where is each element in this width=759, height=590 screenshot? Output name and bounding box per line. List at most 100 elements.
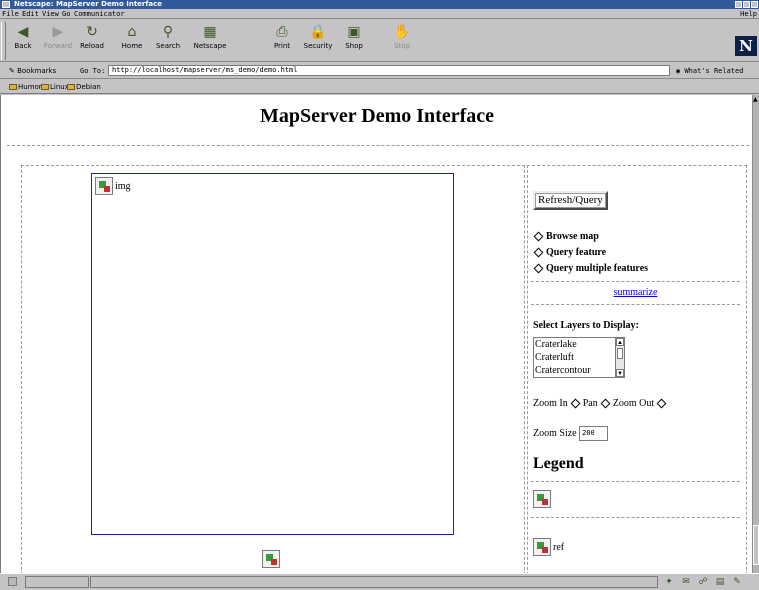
map-image-alt: img bbox=[115, 180, 131, 192]
layers-heading: Select Layers to Display: bbox=[533, 320, 639, 331]
menu-bar: File Edit View Go Communicator Help bbox=[0, 9, 759, 19]
menu-file[interactable]: File bbox=[2, 9, 19, 19]
zoom-in-label: Zoom In bbox=[533, 398, 568, 409]
bookmark-linux[interactable]: Linux bbox=[41, 83, 69, 91]
progress-bar bbox=[25, 576, 89, 588]
zoom-in-radio[interactable] bbox=[570, 398, 581, 409]
window-menu-icon[interactable] bbox=[2, 1, 10, 8]
security-button[interactable]: 🔒 Security bbox=[300, 24, 336, 54]
menu-help[interactable]: Help bbox=[740, 9, 757, 19]
scroll-down-icon[interactable]: ▼ bbox=[616, 369, 624, 377]
bookmarks-icon: ✎ bbox=[9, 67, 18, 75]
radio-diamond-icon[interactable] bbox=[533, 263, 544, 274]
search-icon: ⚲ bbox=[162, 24, 174, 40]
layer-option[interactable]: Craterlake bbox=[535, 338, 624, 351]
mode-query[interactable]: Query feature bbox=[533, 245, 648, 261]
back-arrow-icon: ◀ bbox=[17, 24, 29, 40]
broken-image-icon bbox=[262, 550, 280, 568]
zoom-size-row: Zoom Size 200 bbox=[533, 426, 609, 441]
bookmark-debian[interactable]: Debian bbox=[67, 83, 101, 91]
window-title: Netscape: MapServer Demo Interface bbox=[14, 0, 163, 8]
divider bbox=[531, 481, 740, 482]
broken-image-icon bbox=[533, 490, 551, 508]
layer-option[interactable]: Craterluft bbox=[535, 351, 624, 364]
status-bar: ✦ ✉ ☍ ▤ ✎ bbox=[0, 573, 759, 590]
location-toolbar: ✎ Bookmarks Go To: http://localhost/maps… bbox=[0, 63, 759, 79]
whats-related-button[interactable]: ◉ What's Related bbox=[676, 67, 743, 75]
scroll-up-icon[interactable]: ▲ bbox=[616, 338, 624, 346]
radio-diamond-icon[interactable] bbox=[533, 231, 544, 242]
folder-icon bbox=[41, 84, 49, 90]
mode-browse[interactable]: Browse map bbox=[533, 229, 648, 245]
close-icon[interactable] bbox=[751, 1, 758, 8]
home-icon: ⌂ bbox=[127, 24, 137, 40]
divider bbox=[531, 281, 740, 282]
navigation-toolbar: ◀ Back ▶ Forward ↻ Reload ⌂ Home ⚲ Search ▦ Ne… bbox=[0, 20, 759, 62]
menu-view[interactable]: View bbox=[42, 9, 59, 19]
forward-arrow-icon: ▶ bbox=[52, 24, 64, 40]
print-icon: ⎙ bbox=[276, 24, 288, 40]
stop-button[interactable]: ✋ Stop bbox=[384, 24, 420, 54]
window-titlebar[interactable]: Netscape: MapServer Demo Interface bbox=[0, 0, 759, 9]
netscape-button[interactable]: ▦ Netscape bbox=[192, 24, 228, 54]
zoom-size-label: Zoom Size bbox=[533, 427, 577, 439]
shop-button[interactable]: ▣ Shop bbox=[336, 24, 372, 54]
broken-image-icon bbox=[95, 177, 113, 195]
zoom-size-input[interactable]: 200 bbox=[579, 426, 609, 441]
map-image[interactable]: img bbox=[91, 173, 454, 535]
goto-label: Go To: bbox=[80, 67, 106, 75]
mail-icon[interactable]: ✉ bbox=[679, 577, 693, 587]
forward-button[interactable]: ▶ Forward bbox=[40, 24, 76, 54]
radio-diamond-icon[interactable] bbox=[533, 247, 544, 258]
legend-image bbox=[533, 490, 551, 508]
bookmarks-button[interactable]: ✎ Bookmarks bbox=[9, 67, 56, 75]
reload-button[interactable]: ↻ Reload bbox=[74, 24, 110, 54]
folder-icon bbox=[67, 84, 75, 90]
zoom-out-radio[interactable] bbox=[656, 398, 667, 409]
summarize-link[interactable]: summarize bbox=[531, 287, 740, 298]
ref-image-alt: ref bbox=[553, 541, 565, 553]
back-button[interactable]: ◀ Back bbox=[5, 24, 41, 54]
layer-option[interactable]: Cratercontour bbox=[535, 364, 624, 377]
zoom-out-label: Zoom Out bbox=[612, 398, 655, 409]
search-button[interactable]: ⚲ Search bbox=[150, 24, 186, 54]
divider bbox=[7, 145, 749, 146]
print-button[interactable]: ⎙ Print bbox=[264, 24, 300, 54]
navigator-icon[interactable]: ✦ bbox=[662, 577, 676, 587]
zoom-mode-row: Zoom In Pan Zoom Out bbox=[533, 398, 669, 409]
scroll-thumb[interactable] bbox=[753, 525, 759, 565]
minimize-icon[interactable] bbox=[735, 1, 742, 8]
stop-icon: ✋ bbox=[393, 24, 411, 40]
component-bar: ✦ ✉ ☍ ▤ ✎ bbox=[662, 577, 744, 587]
url-field[interactable]: http://localhost/mapserver/ms_demo/demo.… bbox=[108, 65, 670, 76]
menu-edit[interactable]: Edit bbox=[22, 9, 39, 19]
home-button[interactable]: ⌂ Home bbox=[114, 24, 150, 54]
shop-icon: ▣ bbox=[347, 24, 361, 40]
address-book-icon[interactable]: ▤ bbox=[713, 577, 727, 587]
refresh-query-button[interactable]: Refresh/Query bbox=[533, 191, 608, 210]
security-status-icon[interactable] bbox=[8, 577, 17, 586]
page-content: MapServer Demo Interface img bbox=[0, 95, 752, 573]
groups-icon[interactable]: ☍ bbox=[696, 577, 710, 587]
layers-select[interactable]: Craterlake Craterluft Cratercontour ▲ ▼ bbox=[533, 337, 625, 378]
scroll-up-icon[interactable]: ▲ bbox=[753, 97, 759, 103]
reload-icon: ↻ bbox=[86, 24, 98, 40]
layers-scrollbar[interactable]: ▲ ▼ bbox=[615, 338, 624, 377]
netscape-logo[interactable]: N bbox=[735, 36, 757, 56]
reference-map-image[interactable]: ref bbox=[533, 538, 564, 556]
composer-icon[interactable]: ✎ bbox=[730, 577, 744, 587]
legend-heading: Legend bbox=[533, 455, 584, 472]
scalebar-image bbox=[262, 550, 280, 568]
map-image-placeholder: img bbox=[95, 177, 131, 195]
maximize-icon[interactable] bbox=[743, 1, 750, 8]
menu-go[interactable]: Go bbox=[62, 9, 70, 19]
mode-query-multiple[interactable]: Query multiple features bbox=[533, 261, 648, 277]
menu-communicator[interactable]: Communicator bbox=[74, 9, 125, 19]
pan-radio[interactable] bbox=[600, 398, 611, 409]
page-title: MapServer Demo Interface bbox=[260, 105, 494, 127]
page-scrollbar[interactable]: ▲ bbox=[752, 95, 759, 573]
divider bbox=[531, 304, 740, 305]
bookmark-humor[interactable]: Humor bbox=[9, 83, 42, 91]
scroll-thumb[interactable] bbox=[617, 348, 623, 359]
window-controls bbox=[735, 1, 758, 8]
